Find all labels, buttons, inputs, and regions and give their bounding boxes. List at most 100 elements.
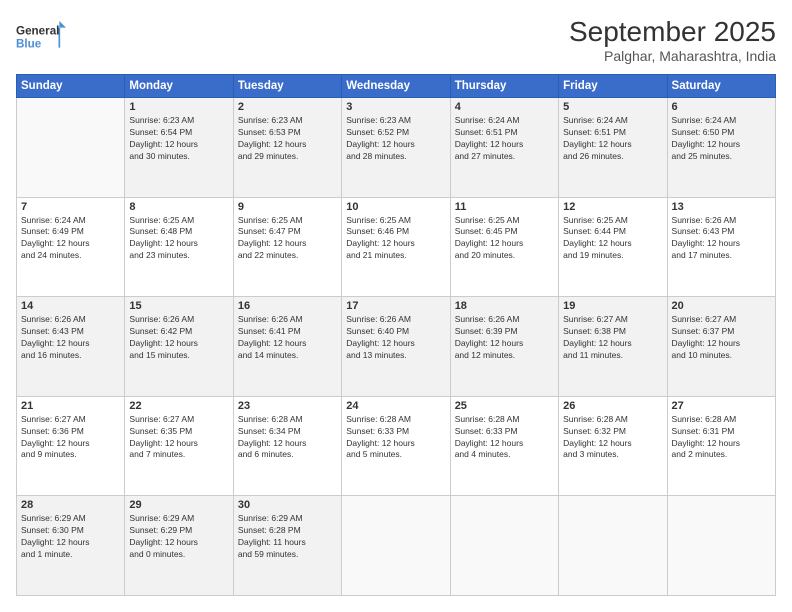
day-number: 23 — [238, 400, 337, 412]
calendar-cell — [342, 496, 450, 596]
logo-svg: General Blue — [16, 16, 66, 56]
day-number: 26 — [563, 400, 662, 412]
day-info: Sunrise: 6:25 AMSunset: 6:46 PMDaylight:… — [346, 215, 445, 263]
day-info: Sunrise: 6:26 AMSunset: 6:43 PMDaylight:… — [21, 314, 120, 362]
day-info: Sunrise: 6:25 AMSunset: 6:44 PMDaylight:… — [563, 215, 662, 263]
day-number: 18 — [455, 300, 554, 312]
day-number: 27 — [672, 400, 771, 412]
day-info: Sunrise: 6:27 AMSunset: 6:38 PMDaylight:… — [563, 314, 662, 362]
col-header-wednesday: Wednesday — [342, 75, 450, 98]
calendar-cell: 29 Sunrise: 6:29 AMSunset: 6:29 PMDayligh… — [125, 496, 233, 596]
calendar-cell: 28 Sunrise: 6:29 AMSunset: 6:30 PMDayligh… — [17, 496, 125, 596]
day-number: 3 — [346, 101, 445, 113]
svg-text:General: General — [16, 24, 59, 37]
day-number: 13 — [672, 201, 771, 213]
day-number: 9 — [238, 201, 337, 213]
day-number: 22 — [129, 400, 228, 412]
calendar-cell: 5Sunrise: 6:24 AMSunset: 6:51 PMDaylight… — [559, 98, 667, 198]
calendar-header-row: SundayMondayTuesdayWednesdayThursdayFrid… — [17, 75, 776, 98]
day-info: Sunrise: 6:26 AMSunset: 6:40 PMDaylight:… — [346, 314, 445, 362]
calendar-cell: 12 Sunrise: 6:25 AMSunset: 6:44 PMDayligh… — [559, 197, 667, 297]
day-info: Sunrise: 6:27 AMSunset: 6:35 PMDaylight:… — [129, 414, 228, 462]
day-info: Sunrise: 6:29 AMSunset: 6:30 PMDaylight:… — [21, 513, 120, 561]
day-number: 29 — [129, 499, 228, 511]
day-info: Sunrise: 6:27 AMSunset: 6:36 PMDaylight:… — [21, 414, 120, 462]
calendar-cell: 1 Sunrise: 6:23 AMSunset: 6:54 PMDaylight… — [125, 98, 233, 198]
day-number: 7 — [21, 201, 120, 213]
day-number: 1 — [129, 101, 228, 113]
day-info: Sunrise: 6:23 AMSunset: 6:52 PMDaylight:… — [346, 115, 445, 163]
calendar-week-row: 14Sunrise: 6:26 AMSunset: 6:43 PMDayligh… — [17, 297, 776, 397]
calendar-cell — [559, 496, 667, 596]
logo: General Blue — [16, 16, 66, 56]
calendar-cell: 25 Sunrise: 6:28 AMSunset: 6:33 PMDayligh… — [450, 396, 558, 496]
day-number: 6 — [672, 101, 771, 113]
calendar-week-row: 28 Sunrise: 6:29 AMSunset: 6:30 PMDayligh… — [17, 496, 776, 596]
day-info: Sunrise: 6:29 AMSunset: 6:29 PMDaylight:… — [129, 513, 228, 561]
day-info: Sunrise: 6:26 AMSunset: 6:43 PMDaylight:… — [672, 215, 771, 263]
col-header-saturday: Saturday — [667, 75, 775, 98]
calendar-cell: 3 Sunrise: 6:23 AMSunset: 6:52 PMDaylight… — [342, 98, 450, 198]
day-info: Sunrise: 6:26 AMSunset: 6:39 PMDaylight:… — [455, 314, 554, 362]
calendar-cell: 26 Sunrise: 6:28 AMSunset: 6:32 PMDayligh… — [559, 396, 667, 496]
calendar-week-row: 1 Sunrise: 6:23 AMSunset: 6:54 PMDaylight… — [17, 98, 776, 198]
day-info: Sunrise: 6:28 AMSunset: 6:34 PMDaylight:… — [238, 414, 337, 462]
day-number: 20 — [672, 300, 771, 312]
day-info: Sunrise: 6:25 AMSunset: 6:48 PMDaylight:… — [129, 215, 228, 263]
day-info: Sunrise: 6:28 AMSunset: 6:31 PMDaylight:… — [672, 414, 771, 462]
calendar-cell: 4 Sunrise: 6:24 AMSunset: 6:51 PMDaylight… — [450, 98, 558, 198]
title-block: September 2025 Palghar, Maharashtra, Ind… — [569, 16, 776, 64]
calendar-week-row: 7Sunrise: 6:24 AMSunset: 6:49 PMDaylight… — [17, 197, 776, 297]
calendar-cell: 19 Sunrise: 6:27 AMSunset: 6:38 PMDayligh… — [559, 297, 667, 397]
day-number: 21 — [21, 400, 120, 412]
calendar-cell: 13 Sunrise: 6:26 AMSunset: 6:43 PMDayligh… — [667, 197, 775, 297]
col-header-tuesday: Tuesday — [233, 75, 341, 98]
calendar-week-row: 21 Sunrise: 6:27 AMSunset: 6:36 PMDayligh… — [17, 396, 776, 496]
day-info: Sunrise: 6:28 AMSunset: 6:33 PMDaylight:… — [346, 414, 445, 462]
day-number: 30 — [238, 499, 337, 511]
day-info: Sunrise: 6:25 AMSunset: 6:47 PMDaylight:… — [238, 215, 337, 263]
col-header-friday: Friday — [559, 75, 667, 98]
day-number: 2 — [238, 101, 337, 113]
calendar-cell: 6 Sunrise: 6:24 AMSunset: 6:50 PMDaylight… — [667, 98, 775, 198]
day-info: Sunrise: 6:29 AMSunset: 6:28 PMDaylight:… — [238, 513, 337, 561]
day-info: Sunrise: 6:24 AMSunset: 6:51 PMDaylight:… — [455, 115, 554, 163]
calendar-cell: 16Sunrise: 6:26 AMSunset: 6:41 PMDayligh… — [233, 297, 341, 397]
day-number: 12 — [563, 201, 662, 213]
day-number: 25 — [455, 400, 554, 412]
day-number: 28 — [21, 499, 120, 511]
calendar-cell: 10Sunrise: 6:25 AMSunset: 6:46 PMDayligh… — [342, 197, 450, 297]
day-info: Sunrise: 6:28 AMSunset: 6:33 PMDaylight:… — [455, 414, 554, 462]
day-info: Sunrise: 6:23 AMSunset: 6:54 PMDaylight:… — [129, 115, 228, 163]
calendar-cell — [667, 496, 775, 596]
day-info: Sunrise: 6:25 AMSunset: 6:45 PMDaylight:… — [455, 215, 554, 263]
svg-text:Blue: Blue — [16, 38, 42, 51]
calendar-cell: 24 Sunrise: 6:28 AMSunset: 6:33 PMDayligh… — [342, 396, 450, 496]
day-number: 19 — [563, 300, 662, 312]
calendar-cell: 11Sunrise: 6:25 AMSunset: 6:45 PMDayligh… — [450, 197, 558, 297]
month-title: September 2025 — [569, 16, 776, 48]
calendar-cell — [450, 496, 558, 596]
calendar-cell: 8Sunrise: 6:25 AMSunset: 6:48 PMDaylight… — [125, 197, 233, 297]
day-info: Sunrise: 6:26 AMSunset: 6:41 PMDaylight:… — [238, 314, 337, 362]
day-info: Sunrise: 6:27 AMSunset: 6:37 PMDaylight:… — [672, 314, 771, 362]
day-info: Sunrise: 6:26 AMSunset: 6:42 PMDaylight:… — [129, 314, 228, 362]
calendar-cell: 15 Sunrise: 6:26 AMSunset: 6:42 PMDayligh… — [125, 297, 233, 397]
day-info: Sunrise: 6:23 AMSunset: 6:53 PMDaylight:… — [238, 115, 337, 163]
day-info: Sunrise: 6:28 AMSunset: 6:32 PMDaylight:… — [563, 414, 662, 462]
calendar-cell: 2 Sunrise: 6:23 AMSunset: 6:53 PMDaylight… — [233, 98, 341, 198]
col-header-monday: Monday — [125, 75, 233, 98]
calendar-cell: 23 Sunrise: 6:28 AMSunset: 6:34 PMDayligh… — [233, 396, 341, 496]
day-number: 4 — [455, 101, 554, 113]
day-number: 17 — [346, 300, 445, 312]
calendar-cell — [17, 98, 125, 198]
header: General Blue September 2025 Palghar, Mah… — [16, 16, 776, 64]
calendar-cell: 22 Sunrise: 6:27 AMSunset: 6:35 PMDayligh… — [125, 396, 233, 496]
col-header-sunday: Sunday — [17, 75, 125, 98]
calendar-cell: 18 Sunrise: 6:26 AMSunset: 6:39 PMDayligh… — [450, 297, 558, 397]
day-number: 15 — [129, 300, 228, 312]
day-info: Sunrise: 6:24 AMSunset: 6:51 PMDaylight:… — [563, 115, 662, 163]
day-info: Sunrise: 6:24 AMSunset: 6:50 PMDaylight:… — [672, 115, 771, 163]
calendar-cell: 21 Sunrise: 6:27 AMSunset: 6:36 PMDayligh… — [17, 396, 125, 496]
day-number: 24 — [346, 400, 445, 412]
